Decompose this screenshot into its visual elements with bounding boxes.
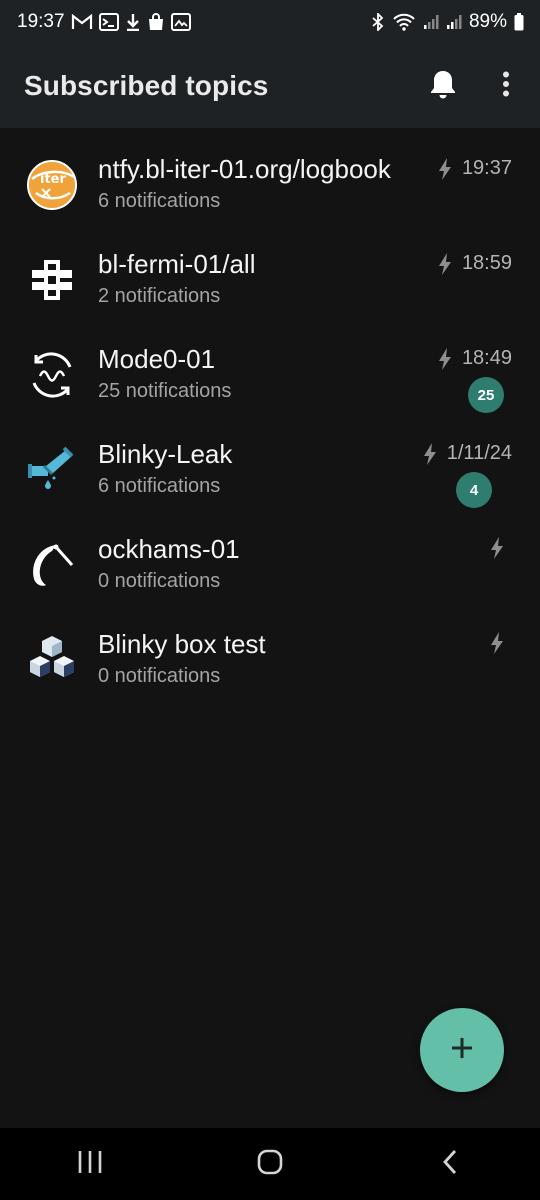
topic-meta: 18:49 [438,347,512,370]
topic-row[interactable]: Mode0-01 25 notifications 18:49 25 [0,329,540,424]
app-bar-actions [421,64,540,108]
status-bar: 19:37 89% [0,0,540,44]
home-button[interactable] [240,1134,300,1194]
wave-cycle-icon [26,349,78,401]
more-options-button[interactable] [484,64,528,108]
topic-title: Mode0-01 [98,344,216,374]
recent-apps-icon [76,1149,104,1180]
instant-delivery-icon [490,632,504,654]
fermilab-logo-icon [26,254,78,306]
instant-delivery-icon [438,157,452,180]
home-icon [256,1148,284,1181]
topic-notification-count: 6 notifications [98,475,221,497]
stacked-cubes-icon [26,634,78,686]
plus-icon [450,1036,474,1065]
topic-time: 19:37 [461,157,512,179]
notifications-button[interactable] [421,64,465,108]
topic-notification-count: 0 notifications [98,665,221,687]
status-time: 19:37 [17,11,65,32]
terminal-icon [98,13,119,31]
more-vert-icon [502,71,510,102]
topic-title: ockhams-01 [98,534,240,564]
recent-apps-button[interactable] [60,1134,120,1194]
topic-meta: 18:59 [438,252,512,275]
page-title: Subscribed topics [24,70,269,101]
unread-badge-blinky-leak: 4 [456,472,492,508]
topic-notification-count: 6 notifications [98,190,221,212]
status-right: 89% [371,11,524,33]
gmail-icon [71,14,93,30]
iter-logo-icon: iter [26,159,78,211]
back-button[interactable] [420,1134,480,1194]
status-left: 19:37 [17,11,191,33]
topic-meta: 1/11/24 [423,442,512,465]
topic-title: Blinky box test [98,629,266,659]
instant-delivery-icon [438,347,452,370]
topic-notification-count: 25 notifications [98,380,232,402]
topic-meta [490,632,512,654]
topic-time: 1/11/24 [446,442,512,464]
instant-delivery-icon [438,252,452,275]
signal-icon [446,14,462,30]
instant-delivery-icon [423,442,437,465]
signal-icon [423,14,439,30]
bluetooth-icon [371,13,385,31]
topic-row[interactable]: bl-fermi-01/all 2 notifications 18:59 [0,234,540,329]
topic-row[interactable]: ockhams-01 0 notifications [0,519,540,614]
bell-icon [428,68,458,105]
topic-title: ntfy.bl-iter-01.org/logbook [98,154,391,184]
svg-text:iter: iter [40,172,66,187]
topic-meta: 19:37 [438,157,512,180]
battery-icon [514,13,524,31]
image-edit-icon [170,13,191,31]
back-icon [440,1148,460,1181]
topic-row[interactable]: iter ntfy.bl-iter-01.org/logbook 6 notif… [0,139,540,234]
topic-row[interactable]: Blinky box test 0 notifications [0,614,540,709]
screen: 19:37 89% Subscribed topics iter ntfy.bl… [0,0,540,1200]
wifi-icon [392,13,416,31]
topic-notification-count: 2 notifications [98,285,221,307]
topic-title: Blinky-Leak [98,439,233,469]
shopping-bag-icon [147,13,165,31]
download-icon [125,13,141,31]
topic-list: iter ntfy.bl-iter-01.org/logbook 6 notif… [0,139,540,709]
razor-blade-icon [26,539,78,591]
system-nav-bar [0,1128,540,1200]
topic-time: 18:59 [461,252,512,274]
app-bar: Subscribed topics [0,44,540,128]
topic-row[interactable]: Blinky-Leak 6 notifications 1/11/24 [0,424,540,519]
instant-delivery-icon [490,537,504,559]
unread-badge-mode0: 25 [468,377,504,413]
add-topic-button[interactable] [420,1008,504,1092]
topic-notification-count: 0 notifications [98,570,221,592]
topic-meta [490,537,512,559]
topic-time: 18:49 [461,347,512,369]
topic-title: bl-fermi-01/all [98,249,256,279]
battery-percent: 89% [468,11,507,32]
leaking-pipe-icon [26,444,78,496]
